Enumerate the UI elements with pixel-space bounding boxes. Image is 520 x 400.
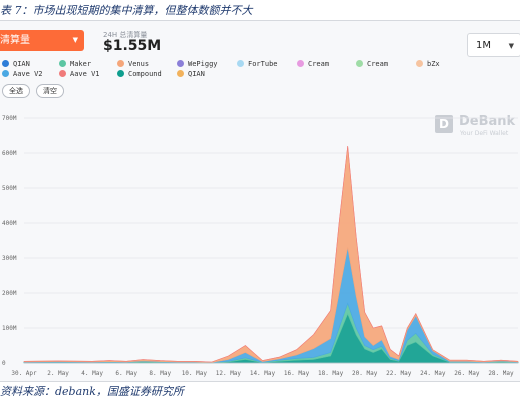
x-tick-label: 16. May (284, 370, 310, 377)
series-area-compound (23, 313, 519, 364)
x-tick-label: 28. May (488, 370, 514, 377)
y-tick-label: 600M (2, 150, 17, 157)
x-tick-label: 4. May (81, 370, 103, 377)
y-tick-label: 300M (2, 255, 17, 262)
series-area-venus (23, 145, 519, 363)
x-tick-label: 10. May (182, 370, 208, 377)
figure-caption: 表 7：市场出现短期的集中清算，但整体数额并不大 (0, 4, 253, 17)
y-tick-label: 500M (2, 185, 17, 192)
x-tick-label: 8. May (149, 370, 171, 377)
x-tick-label: 22. May (386, 370, 412, 377)
y-tick-label: 400M (2, 220, 17, 227)
x-tick-label: 12. May (216, 370, 242, 377)
series-area-maker (23, 302, 519, 364)
x-tick-label: 2. May (47, 370, 69, 377)
y-tick-label: 0 (2, 360, 6, 367)
y-tick-label: 700M (2, 115, 17, 122)
source-note: 资料来源：debank，国盛证券研究所 (0, 385, 184, 398)
x-tick-label: 6. May (115, 370, 137, 377)
y-tick-label: 100M (2, 325, 17, 332)
x-tick-label: 24. May (420, 370, 446, 377)
series-area-aave-v2 (23, 247, 519, 363)
x-tick-label: 26. May (454, 370, 480, 377)
y-tick-label: 200M (2, 290, 17, 297)
x-tick-label: 18. May (318, 370, 344, 377)
x-tick-label: 30. Apr (11, 370, 37, 377)
x-tick-label: 20. May (352, 370, 378, 377)
area-chart: 0 100M 200M 300M 400M 500M 600M 700M 30. Apr 2. M… (2, 115, 519, 377)
chart-panel: 清算量 ▼ 24H 总清算量 $1.55M 1M ▼ QIAN Maker Ve… (0, 20, 520, 382)
x-tick-label: 14. May (250, 370, 276, 377)
series-area-aave-v1 (23, 145, 519, 363)
